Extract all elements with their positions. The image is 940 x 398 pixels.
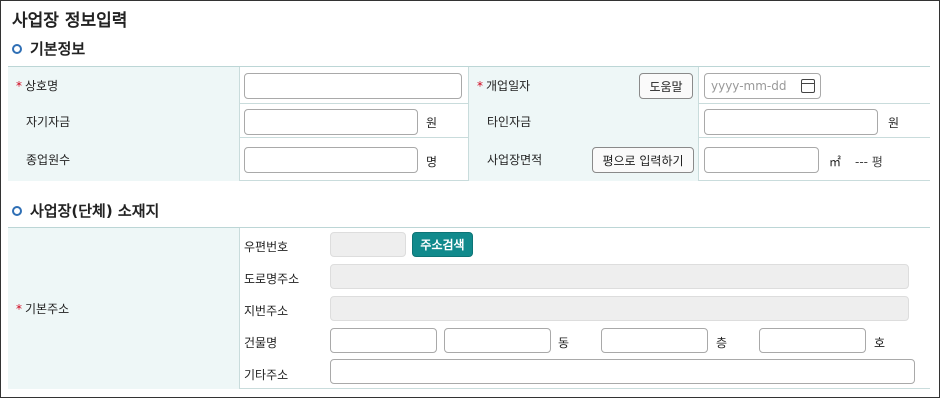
required-marker: * — [16, 301, 22, 316]
area-input[interactable] — [704, 147, 819, 173]
dong-unit: 동 — [558, 336, 570, 350]
won-unit: 원 — [888, 116, 900, 130]
section-title-location-text: 사업장(단체) 소재지 — [30, 202, 160, 220]
employees-input-cell: 명 — [240, 138, 469, 181]
table-row: 자기자금 원 타인자금 원 — [8, 104, 930, 138]
address-search-button[interactable]: 주소검색 — [412, 232, 473, 257]
basic-info-table: * 상호명 * 개업일자 도움말 자기자금 원 타인자금 원 — [8, 66, 930, 181]
business-name-input-cell — [240, 67, 469, 104]
own-funds-input-cell: 원 — [240, 104, 469, 138]
page-title: 사업장 정보입력 — [12, 11, 128, 31]
open-date-label-cell: * 개업일자 도움말 — [469, 67, 699, 104]
other-funds-input-cell: 원 — [699, 104, 930, 138]
lot-address-input[interactable] — [330, 296, 909, 321]
area-label: 사업장면적 — [487, 153, 543, 167]
required-marker: * — [16, 78, 22, 93]
road-address-input[interactable] — [330, 264, 909, 289]
own-funds-label: 자기자금 — [26, 114, 71, 129]
employees-input[interactable] — [244, 147, 418, 173]
pyeong-value: --- 평 — [855, 155, 883, 169]
employees-label-cell: 종업원수 — [8, 138, 240, 181]
building-dong-input[interactable] — [444, 328, 551, 353]
required-marker: * — [477, 78, 483, 93]
open-date-input-cell — [699, 67, 930, 104]
business-name-input[interactable] — [244, 73, 462, 99]
table-row: 종업원수 명 사업장면적 평으로 입력하기 ㎡ --- 평 — [8, 138, 930, 181]
section-title-location: 사업장(단체) 소재지 — [12, 200, 159, 221]
business-name-label-cell: * 상호명 — [8, 67, 240, 104]
base-address-label-cell: * 기본주소 — [8, 228, 240, 389]
person-unit: 명 — [426, 155, 438, 169]
calendar-icon[interactable] — [801, 79, 815, 93]
pyeong-input-button[interactable]: 평으로 입력하기 — [592, 147, 694, 173]
section-title-basic: 기본정보 — [12, 38, 85, 59]
floor-input[interactable] — [601, 328, 708, 353]
building-name-input[interactable] — [330, 328, 437, 353]
section-title-basic-text: 기본정보 — [30, 40, 86, 58]
own-funds-label-cell: 자기자금 — [8, 104, 240, 138]
other-address-label: 기타주소 — [244, 368, 289, 382]
square-meter-unit: ㎡ — [829, 155, 842, 169]
area-label-cell: 사업장면적 평으로 입력하기 — [469, 138, 699, 181]
employees-label: 종업원수 — [26, 153, 71, 167]
other-funds-label: 타인자금 — [487, 114, 532, 129]
area-input-cell: ㎡ --- 평 — [699, 138, 930, 181]
help-button[interactable]: 도움말 — [639, 73, 693, 99]
base-address-label: 기본주소 — [25, 302, 70, 316]
postal-code-input[interactable] — [330, 232, 406, 257]
other-funds-input[interactable] — [704, 109, 878, 135]
other-address-input[interactable] — [330, 359, 915, 384]
circle-bullet-icon — [12, 43, 22, 54]
other-funds-label-cell: 타인자금 — [469, 104, 699, 138]
building-name-label: 건물명 — [244, 336, 278, 350]
won-unit: 원 — [426, 116, 438, 130]
business-name-label: 상호명 — [25, 79, 59, 93]
address-table: * 기본주소 우편번호 주소검색 도로명주소 지번주소 건물명 동 층 호 기타… — [8, 227, 930, 389]
postal-code-label: 우편번호 — [244, 240, 289, 254]
open-date-label: 개업일자 — [486, 79, 531, 93]
floor-unit: 층 — [716, 336, 728, 350]
address-fields-cell: 우편번호 주소검색 도로명주소 지번주소 건물명 동 층 호 기타주소 — [240, 228, 930, 389]
road-address-label: 도로명주소 — [244, 272, 300, 286]
circle-bullet-icon — [12, 205, 22, 216]
ho-unit: 호 — [874, 336, 886, 350]
lot-address-label: 지번주소 — [244, 304, 289, 318]
ho-input[interactable] — [759, 328, 866, 353]
table-row: * 상호명 * 개업일자 도움말 — [8, 67, 930, 104]
own-funds-input[interactable] — [244, 109, 418, 135]
